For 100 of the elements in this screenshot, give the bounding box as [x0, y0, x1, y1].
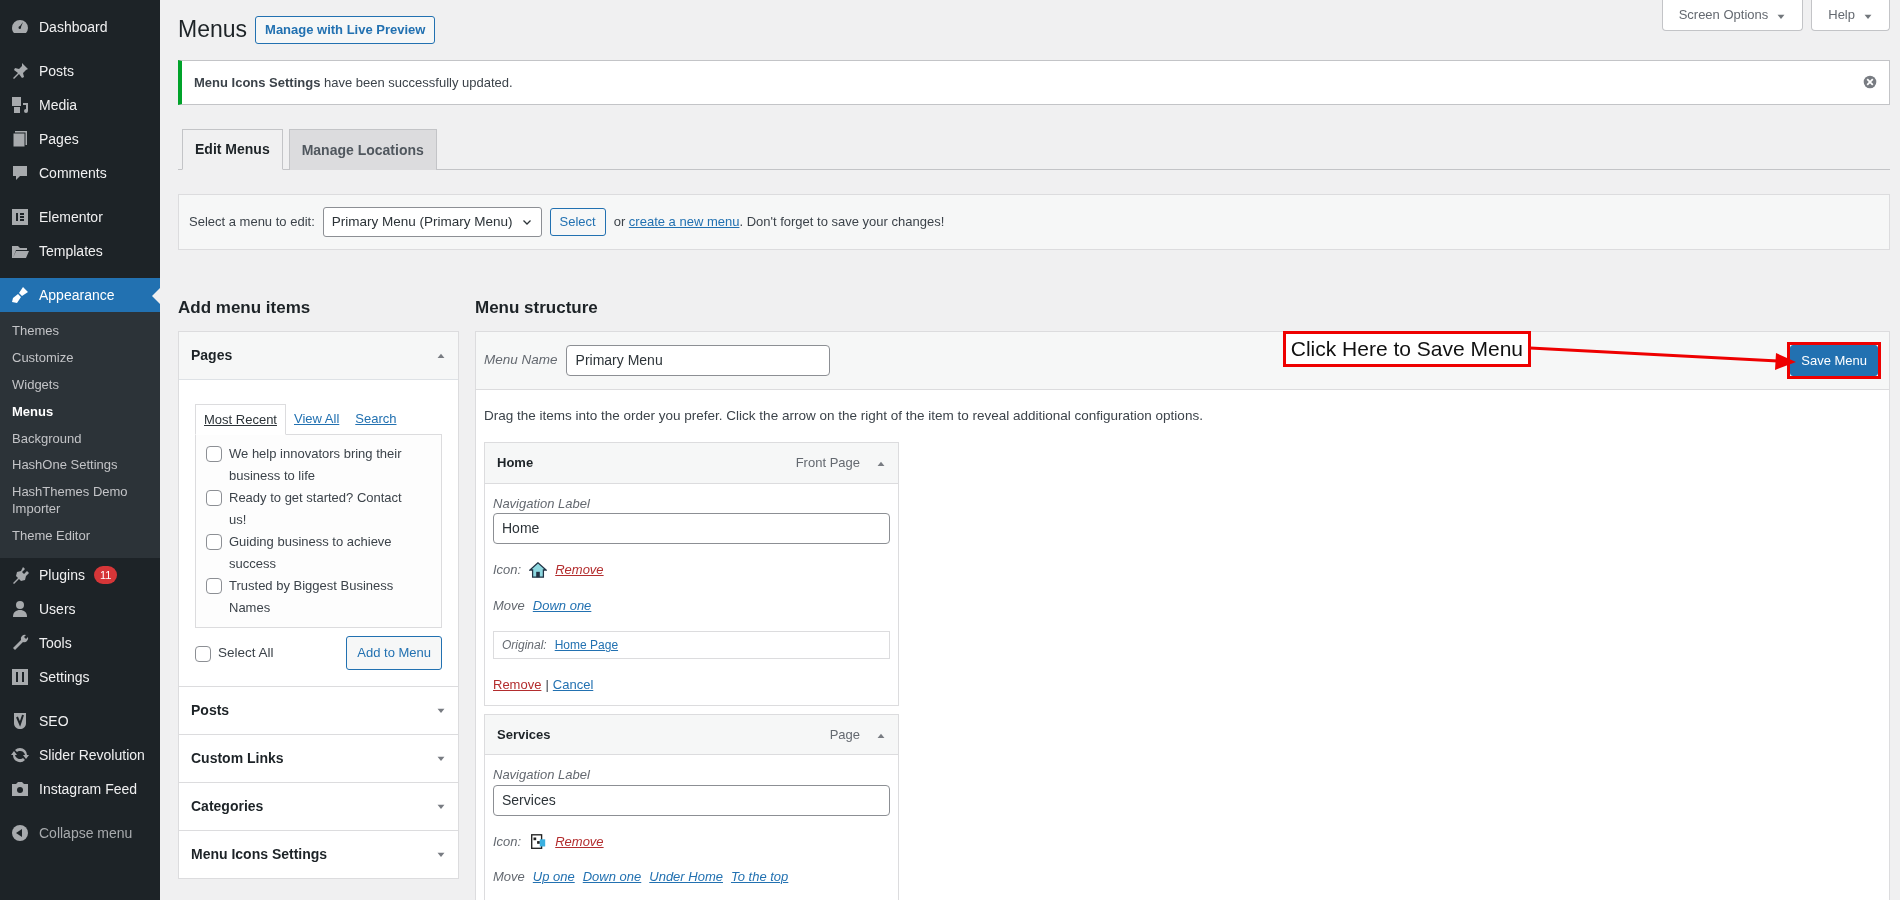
submenu-item[interactable]: Themes [0, 318, 160, 345]
checkbox[interactable] [206, 578, 222, 595]
chevron-icon [520, 218, 533, 227]
checkbox[interactable] [195, 646, 211, 663]
submenu-item[interactable]: HashThemes Demo Importer [0, 479, 160, 524]
sidebar-item[interactable]: Slider Revolution [0, 738, 160, 772]
caret-up-icon [876, 460, 886, 467]
cancel-link[interactable]: Cancel [552, 675, 594, 695]
notice-text: Menu Icons Settings have been successfully updated. [194, 73, 513, 92]
accordion-title: Posts [191, 700, 230, 720]
menu-item-title: Services [497, 726, 551, 744]
sidebar-item[interactable]: Posts [0, 54, 160, 88]
caret-icon [1863, 12, 1873, 19]
circular-arrows-icon [10, 745, 30, 765]
field-label: Navigation Label [493, 766, 591, 785]
navigation-label-field[interactable]: Services [493, 785, 890, 816]
checklist-item[interactable]: We help innovators bring their business to life [206, 443, 411, 488]
menu-dropdown[interactable]: Primary Menu (Primary Menu) [322, 207, 542, 238]
checkbox[interactable] [206, 534, 222, 551]
caret-down-icon [436, 707, 446, 714]
media-icon [10, 95, 30, 115]
sidebar-item[interactable]: Tools [0, 626, 160, 660]
move-link[interactable]: Down one [532, 596, 592, 616]
submenu-item[interactable]: Theme Editor [0, 523, 160, 550]
navigation-label-field[interactable]: Home [493, 513, 890, 545]
move-link[interactable]: To the top [730, 867, 789, 887]
tab[interactable]: Most Recent [195, 403, 286, 436]
sidebar-item[interactable]: Dashboard [0, 10, 160, 44]
count-badge: 11 [93, 565, 118, 585]
caret-down-icon [436, 755, 446, 762]
move-link[interactable]: Down one [582, 867, 642, 887]
sidebar-item[interactable]: Users [0, 592, 160, 626]
sidebar-item[interactable]: Pages [0, 122, 160, 156]
submenu-item[interactable]: Customize [0, 344, 160, 372]
submenu-item[interactable]: Menus [0, 398, 160, 426]
field-label: Move [493, 597, 525, 615]
remove-link[interactable]: Remove [493, 675, 542, 695]
checklist-item[interactable]: Trusted by Biggest Business Names [206, 575, 411, 620]
caret-up-icon [436, 352, 446, 359]
accordion-header[interactable]: Custom Links [179, 733, 458, 782]
checklist-item[interactable]: Ready to get started? Contact us! [206, 487, 411, 532]
house-icon [529, 561, 548, 580]
accordion-header[interactable]: Menu Icons Settings [179, 829, 458, 878]
accordion-title: Custom Links [191, 748, 284, 768]
speech-bubble-icon [10, 163, 30, 183]
save-menu-button[interactable]: Save Menu [1790, 344, 1878, 377]
live-preview-button[interactable]: Manage with Live Preview [255, 16, 436, 44]
field-label: Icon: [493, 833, 522, 851]
hint-text: or create a new menu. Don't forget to save your changes! [613, 213, 945, 232]
instructions-text: Drag the items into the order you prefer. Click the arrow on the right of the item to reveal additional configuration options. [484, 407, 1204, 426]
select-label: Select a menu to edit: [189, 213, 315, 232]
sidebar-item[interactable]: Elementor [0, 200, 160, 234]
checkbox[interactable] [206, 446, 222, 463]
accordion-header[interactable]: Pages [179, 331, 458, 379]
item-type: Page [829, 726, 860, 744]
tab[interactable]: Edit Menus [182, 129, 283, 171]
screen-options-button[interactable]: Screen Options [1661, 0, 1804, 31]
pages-icon [10, 129, 30, 149]
original-page-link[interactable]: Home Page [554, 636, 619, 655]
sidebar-item[interactable]: Plugins 11 [0, 558, 160, 592]
remove-icon-link[interactable]: Remove [555, 832, 604, 852]
collapse-menu-link[interactable]: Collapse menu [0, 816, 160, 850]
field-label: Icon: [493, 561, 522, 580]
sidebar-item[interactable]: SEO [0, 704, 160, 738]
tab[interactable]: Manage Locations [288, 129, 437, 171]
remove-icon-link[interactable]: Remove [555, 560, 604, 580]
checklist-label: Trusted by Biggest Business Names [229, 577, 395, 618]
caret-icon [1776, 12, 1787, 19]
menu-item-header[interactable]: Services Page [485, 715, 898, 756]
field-label: Move [493, 868, 525, 887]
move-link[interactable]: Under Home [649, 867, 723, 887]
move-link[interactable]: Up one [532, 867, 575, 887]
tab[interactable]: View All [286, 403, 348, 435]
submenu-item[interactable]: HashOne Settings [0, 452, 160, 480]
sidebar-item[interactable]: Media [0, 88, 160, 122]
accordion-header[interactable]: Categories [179, 781, 458, 830]
camera-icon [10, 779, 30, 799]
tab[interactable]: Search [347, 403, 405, 435]
sidebar-item[interactable]: Comments [0, 156, 160, 190]
close-icon[interactable] [1863, 75, 1877, 90]
submenu-item[interactable]: Background [0, 425, 160, 453]
checklist-label: Ready to get started? Contact us! [229, 489, 403, 530]
accordion-header[interactable]: Posts [179, 685, 458, 734]
item-type: Front Page [795, 454, 860, 473]
sidebar-item[interactable]: Settings [0, 660, 160, 694]
submenu-item[interactable]: Widgets [0, 371, 160, 399]
select-button[interactable]: Select [549, 208, 606, 236]
checkbox[interactable] [206, 490, 222, 507]
accordion-title: Categories [191, 796, 264, 816]
add-to-menu-button[interactable]: Add to Menu [346, 636, 442, 670]
accordion-title: Pages [191, 345, 233, 365]
menu-name-field[interactable]: Primary Menu [565, 345, 830, 376]
sidebar-item[interactable]: Instagram Feed [0, 772, 160, 806]
sidebar-item[interactable]: Appearance [0, 278, 160, 312]
accordion-title: Menu Icons Settings [191, 844, 328, 864]
menu-item-header[interactable]: Home Front Page [485, 443, 898, 484]
help-button[interactable]: Help [1811, 0, 1890, 31]
select-all-checkbox[interactable]: Select All [195, 642, 274, 664]
sidebar-item[interactable]: Templates [0, 234, 160, 268]
checklist-item[interactable]: Guiding business to achieve success [206, 531, 411, 576]
